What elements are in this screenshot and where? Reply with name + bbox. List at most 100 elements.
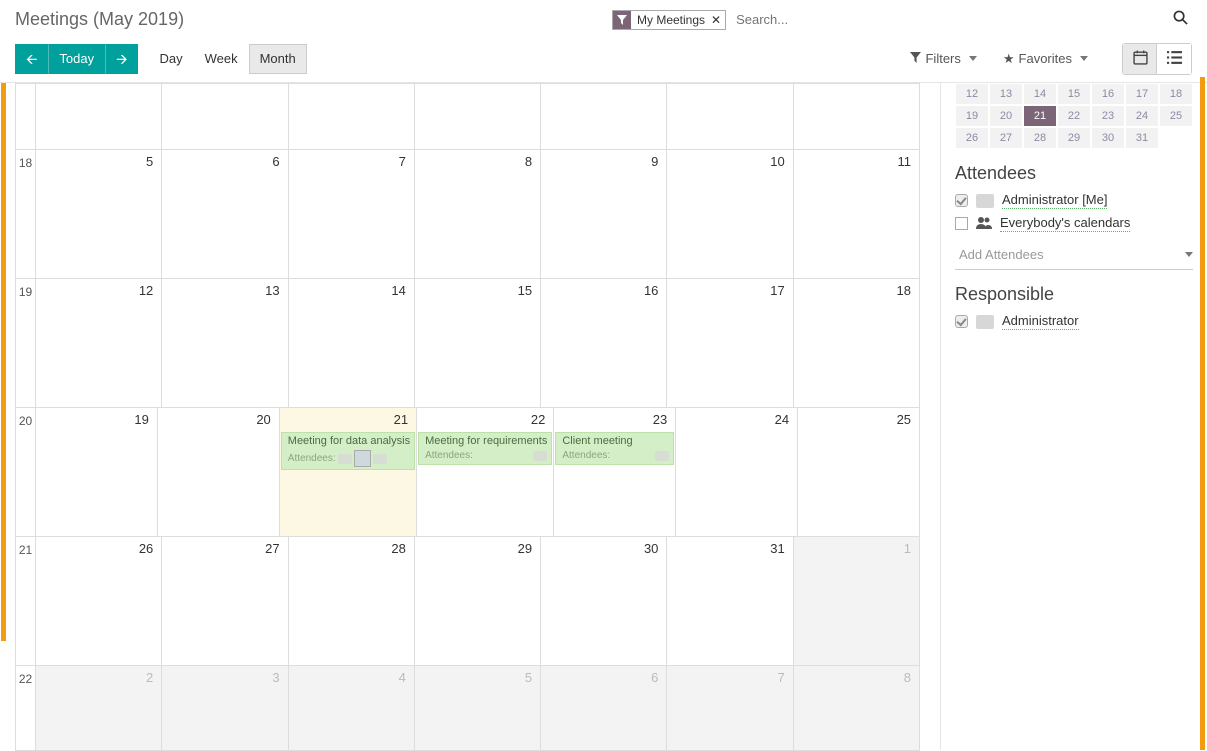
everybody-row[interactable]: Everybody's calendars	[955, 215, 1193, 232]
day-number: 20	[256, 412, 270, 427]
calendar-cell[interactable]	[541, 84, 667, 150]
checkbox-checked[interactable]	[955, 194, 968, 207]
mini-cal-day[interactable]: 30	[1092, 128, 1124, 148]
mini-cal-day[interactable]: 22	[1058, 106, 1090, 126]
mini-cal-day[interactable]: 29	[1058, 128, 1090, 148]
prev-button[interactable]: 🡨	[15, 44, 48, 74]
calendar-cell[interactable]: 1	[794, 537, 920, 666]
mini-cal-day[interactable]: 24	[1126, 106, 1158, 126]
calendar-cell[interactable]	[289, 84, 415, 150]
add-attendees[interactable]: Add Attendees	[955, 240, 1193, 270]
filter-icon	[613, 11, 631, 29]
calendar-cell[interactable]: 14	[289, 279, 415, 408]
calendar-cell[interactable]: 8	[794, 666, 920, 751]
calendar-cell[interactable]: 9	[541, 150, 667, 279]
mini-cal-day[interactable]: 18	[1160, 84, 1192, 104]
mini-cal-day[interactable]: 12	[956, 84, 988, 104]
calendar-cell[interactable]: 6	[162, 150, 288, 279]
calendar-cell[interactable]: 7	[289, 150, 415, 279]
mini-cal-day[interactable]: 23	[1092, 106, 1124, 126]
calendar-cell[interactable]: 18	[794, 279, 920, 408]
mini-cal-day[interactable]: 25	[1160, 106, 1192, 126]
list-view-button[interactable]	[1157, 44, 1191, 74]
mini-cal-day[interactable]: 26	[956, 128, 988, 148]
day-number: 11	[897, 154, 911, 169]
calendar-cell[interactable]	[667, 84, 793, 150]
view-month[interactable]: Month	[249, 44, 307, 74]
mini-cal-day[interactable]: 27	[990, 128, 1022, 148]
today-button[interactable]: Today	[48, 44, 105, 74]
calendar-view-button[interactable]	[1123, 44, 1157, 74]
calendar-cell[interactable]: 3	[162, 666, 288, 751]
attendee-row[interactable]: Administrator [Me]	[955, 192, 1193, 209]
calendar-cell[interactable]: 21Meeting for data analysisAttendees:	[280, 408, 417, 537]
view-week[interactable]: Week	[194, 44, 249, 74]
calendar-cell[interactable]: 5	[415, 666, 541, 751]
calendar-cell[interactable]: 11	[794, 150, 920, 279]
search-icon[interactable]	[1169, 6, 1192, 33]
calendar-cell[interactable]: 15	[415, 279, 541, 408]
search-input[interactable]	[732, 10, 1163, 29]
mini-cal-day[interactable]: 31	[1126, 128, 1158, 148]
mini-cal-day[interactable]: 17	[1126, 84, 1158, 104]
filter-facet[interactable]: My Meetings ✕	[612, 10, 726, 30]
calendar-cell[interactable]	[36, 84, 162, 150]
calendar-cell[interactable]: 19	[36, 408, 158, 537]
calendar-cell[interactable]: 30	[541, 537, 667, 666]
calendar-cell[interactable]	[162, 84, 288, 150]
day-number: 2	[146, 670, 153, 685]
calendar-cell[interactable]: 26	[36, 537, 162, 666]
attendee-name: Administrator [Me]	[1002, 192, 1107, 209]
mini-cal-day[interactable]: 20	[990, 106, 1022, 126]
camera-icon	[533, 451, 547, 461]
facet-remove-icon[interactable]: ✕	[711, 13, 725, 27]
mini-cal-day[interactable]: 14	[1024, 84, 1056, 104]
checkbox-unchecked[interactable]	[955, 217, 968, 230]
mini-cal-day[interactable]: 16	[1092, 84, 1124, 104]
calendar-cell[interactable]: 10	[667, 150, 793, 279]
responsible-row[interactable]: Administrator	[955, 313, 1193, 330]
facet-label: My Meetings	[631, 13, 711, 27]
favorites-dropdown[interactable]: ★ Favorites	[997, 47, 1094, 71]
calendar-cell[interactable]: 5	[36, 150, 162, 279]
calendar-cell[interactable]: 7	[667, 666, 793, 751]
calendar-cell[interactable]: 24	[676, 408, 798, 537]
day-number: 8	[525, 154, 532, 169]
next-button[interactable]: 🡪	[105, 44, 138, 74]
calendar-cell[interactable]: 6	[541, 666, 667, 751]
calendar-cell[interactable]: 2	[36, 666, 162, 751]
calendar-event[interactable]: Meeting for requirementsAttendees:	[418, 432, 552, 465]
mini-calendar: 12131415161718 19202122232425 262728293031	[955, 83, 1193, 149]
mini-cal-day[interactable]: 15	[1058, 84, 1090, 104]
calendar-event[interactable]: Meeting for data analysisAttendees:	[281, 432, 415, 470]
calendar-icon	[1133, 50, 1148, 68]
calendar-cell[interactable]: 8	[415, 150, 541, 279]
day-number: 7	[777, 670, 784, 685]
calendar-cell[interactable]: 25	[798, 408, 920, 537]
calendar-cell[interactable]: 31	[667, 537, 793, 666]
calendar-cell[interactable]: 22Meeting for requirementsAttendees:	[417, 408, 554, 537]
calendar-cell[interactable]: 12	[36, 279, 162, 408]
day-number: 10	[770, 154, 784, 169]
calendar-cell[interactable]: 29	[415, 537, 541, 666]
mini-cal-day[interactable]: 13	[990, 84, 1022, 104]
calendar-cell[interactable]: 13	[162, 279, 288, 408]
mini-cal-day[interactable]: 28	[1024, 128, 1056, 148]
view-day[interactable]: Day	[148, 44, 193, 74]
calendar-cell[interactable]: 28	[289, 537, 415, 666]
calendar-cell[interactable]: 20	[158, 408, 280, 537]
calendar-event[interactable]: Client meetingAttendees:	[555, 432, 674, 465]
calendar-cell[interactable]: 16	[541, 279, 667, 408]
mini-cal-day[interactable]: 19	[956, 106, 988, 126]
checkbox-checked[interactable]	[955, 315, 968, 328]
calendar-cell[interactable]: 23Client meetingAttendees:	[554, 408, 676, 537]
mini-cal-day[interactable]: 21	[1024, 106, 1056, 126]
calendar-cell[interactable]	[415, 84, 541, 150]
filters-dropdown[interactable]: Filters	[904, 47, 982, 70]
calendar-cell[interactable]	[794, 84, 920, 150]
calendar-row	[16, 84, 920, 150]
calendar-cell[interactable]: 4	[289, 666, 415, 751]
calendar-cell[interactable]: 17	[667, 279, 793, 408]
day-number: 9	[651, 154, 658, 169]
calendar-cell[interactable]: 27	[162, 537, 288, 666]
